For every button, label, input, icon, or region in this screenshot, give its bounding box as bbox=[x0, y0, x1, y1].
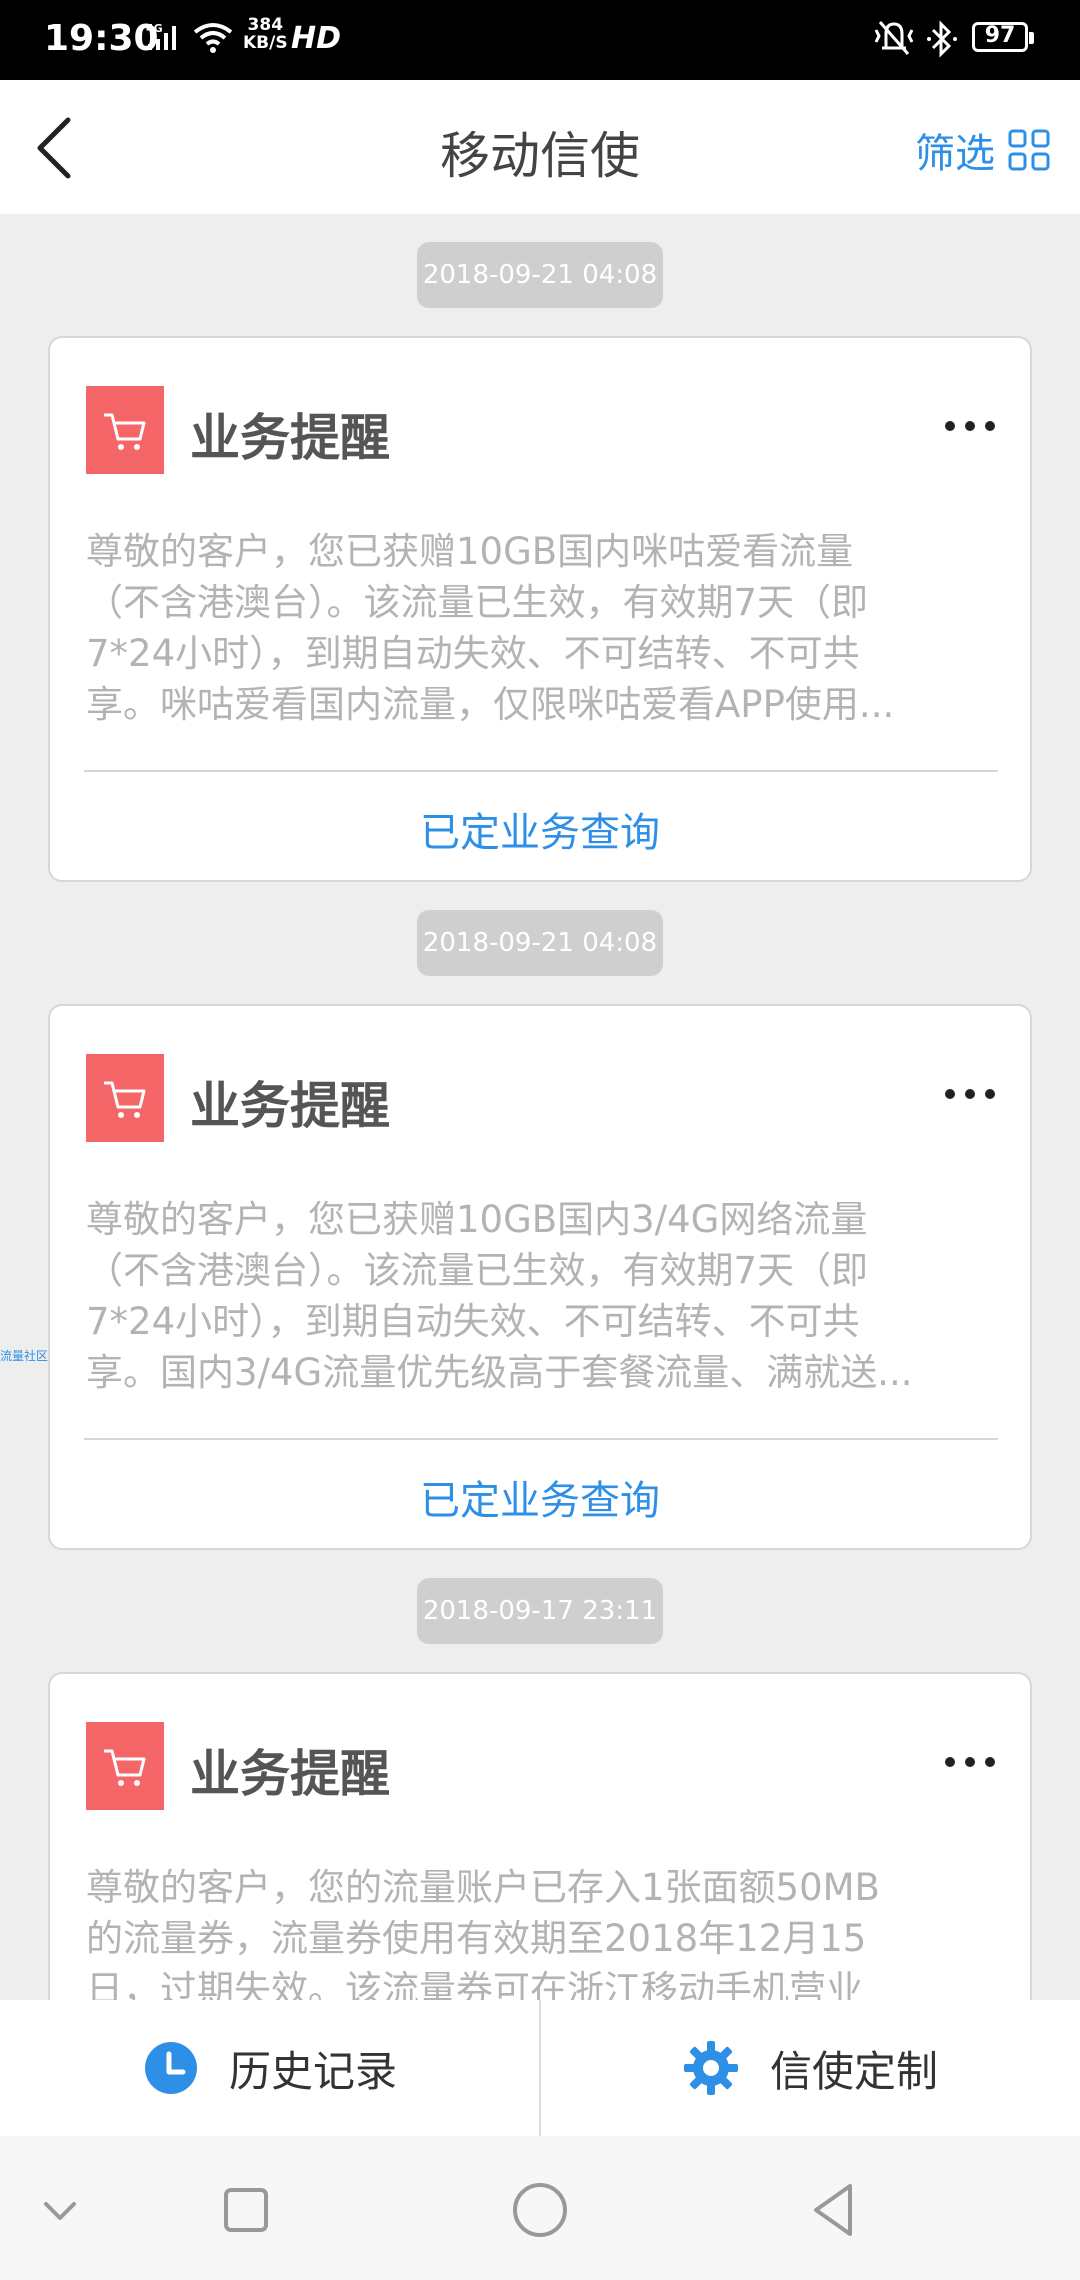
card-divider bbox=[84, 1438, 998, 1440]
card-title: 业务提醒 bbox=[190, 1077, 390, 1135]
nav-recents-button[interactable] bbox=[206, 2170, 286, 2250]
more-options-button[interactable] bbox=[940, 416, 1000, 436]
body-line: 日，过期失效。该流量券可在浙江移动手机营业 bbox=[86, 1968, 863, 2000]
timestamp-badge: 2018-09-21 04:08 bbox=[417, 910, 663, 976]
status-time: 19:30 bbox=[44, 18, 159, 59]
timestamp-row: 2018-09-17 23:11 bbox=[0, 1550, 1080, 1644]
more-dots-icon bbox=[945, 1089, 995, 1099]
bluetooth-icon bbox=[925, 20, 959, 62]
circle-icon bbox=[513, 2183, 567, 2237]
card-divider bbox=[84, 770, 998, 772]
message-card[interactable]: 业务提醒 尊敬的客户，您已获赠10GB国内3/4G网络流量 （不含港澳台）。该流… bbox=[48, 1004, 1032, 1550]
body-line: 尊敬的客户，您已获赠10GB国内3/4G网络流量 bbox=[86, 1198, 868, 1241]
timestamp-row: 2018-09-21 04:08 bbox=[0, 214, 1080, 308]
square-icon bbox=[224, 2188, 268, 2232]
more-options-button[interactable] bbox=[940, 1084, 1000, 1104]
more-dots-icon bbox=[945, 1757, 995, 1767]
vibrate-mute-icon bbox=[872, 18, 916, 62]
filter-label: 筛选 bbox=[915, 131, 995, 177]
cart-icon bbox=[86, 1054, 164, 1142]
body-line: 享。咪咕爱看国内流量，仅限咪咕爱看APP使用... bbox=[86, 683, 895, 726]
timestamp-badge: 2018-09-17 23:11 bbox=[417, 1578, 663, 1644]
customize-label: 信使定制 bbox=[769, 2046, 938, 2096]
body-line: 尊敬的客户，您的流量账户已存入1张面额50MB bbox=[86, 1866, 880, 1909]
timestamp-badge: 2018-09-21 04:08 bbox=[417, 242, 663, 308]
clock-icon bbox=[144, 2042, 197, 2094]
body-line: 的流量券，流量券使用有效期至2018年12月15 bbox=[86, 1917, 867, 1960]
message-card[interactable]: 业务提醒 尊敬的客户，您已获赠10GB国内咪咕爱看流量 （不含港澳台）。该流量已… bbox=[48, 336, 1032, 882]
message-feed[interactable]: 2018-09-21 04:08 业务提醒 尊敬的客户，您已获赠10GB国内咪咕… bbox=[0, 214, 1080, 2000]
card-body: 尊敬的客户，您的流量账户已存入1张面额50MB 的流量券，流量券使用有效期至20… bbox=[86, 1862, 998, 2000]
message-card[interactable]: 业务提醒 尊敬的客户，您的流量账户已存入1张面额50MB 的流量券，流量券使用有… bbox=[48, 1672, 1032, 2000]
body-line: 尊敬的客户，您已获赠10GB国内咪咕爱看流量 bbox=[86, 530, 854, 573]
body-line: （不含港澳台）。该流量已生效，有效期7天（即 bbox=[86, 1249, 869, 1292]
grid-icon bbox=[1008, 129, 1050, 171]
battery-icon: 97 bbox=[972, 22, 1034, 52]
cart-icon bbox=[86, 386, 164, 474]
community-side-tag[interactable]: 流量社区 bbox=[0, 1347, 48, 1364]
system-nav-bar bbox=[0, 2136, 1080, 2280]
triangle-back-icon bbox=[814, 2184, 852, 2236]
card-body: 尊敬的客户，您已获赠10GB国内3/4G网络流量 （不含港澳台）。该流量已生效，… bbox=[86, 1194, 998, 1398]
more-options-button[interactable] bbox=[940, 1752, 1000, 1772]
subscribed-services-link[interactable]: 已定业务查询 bbox=[50, 800, 1030, 858]
subscribed-services-link[interactable]: 已定业务查询 bbox=[50, 1468, 1030, 1526]
wifi-icon bbox=[192, 22, 234, 58]
network-type-label: 4G bbox=[146, 22, 163, 35]
nav-collapse-button[interactable] bbox=[20, 2170, 100, 2250]
hd-indicator: HD bbox=[291, 21, 342, 56]
nav-home-button[interactable] bbox=[500, 2170, 580, 2250]
filter-button[interactable]: 筛选 bbox=[915, 120, 1051, 180]
history-label: 历史记录 bbox=[228, 2046, 397, 2096]
card-title: 业务提醒 bbox=[190, 1745, 390, 1803]
chevron-down-icon bbox=[44, 2202, 76, 2220]
status-bar: 19:30 4G 384 KB/S HD 97 bbox=[0, 0, 1080, 80]
body-line: 7*24小时），到期自动失效、不可结转、不可共 bbox=[86, 632, 860, 675]
history-tab[interactable]: 历史记录 bbox=[0, 2000, 540, 2136]
more-dots-icon bbox=[945, 421, 995, 431]
customize-tab[interactable]: 信使定制 bbox=[540, 2000, 1080, 2136]
body-line: 享。国内3/4G流量优先级高于套餐流量、满就送... bbox=[86, 1351, 913, 1394]
cart-icon bbox=[86, 1722, 164, 1810]
app-header: 移动信使 筛选 bbox=[0, 80, 1080, 214]
gear-icon bbox=[683, 2041, 738, 2095]
card-title: 业务提醒 bbox=[190, 409, 390, 467]
bottom-tab-bar: 历史记录 信使定制 bbox=[0, 2000, 1080, 2136]
nav-back-button[interactable] bbox=[794, 2170, 874, 2250]
card-body: 尊敬的客户，您已获赠10GB国内咪咕爱看流量 （不含港澳台）。该流量已生效，有效… bbox=[86, 526, 998, 730]
body-line: 7*24小时），到期自动失效、不可结转、不可共 bbox=[86, 1300, 860, 1343]
body-line: （不含港澳台）。该流量已生效，有效期7天（即 bbox=[86, 581, 869, 624]
network-speed: 384 KB/S bbox=[243, 16, 288, 52]
network-speed-unit: KB/S bbox=[243, 33, 288, 53]
battery-level: 97 bbox=[984, 23, 1016, 48]
timestamp-row: 2018-09-21 04:08 bbox=[0, 882, 1080, 976]
cell-signal-icon: 4G bbox=[146, 22, 186, 56]
network-speed-value: 384 bbox=[247, 15, 284, 35]
